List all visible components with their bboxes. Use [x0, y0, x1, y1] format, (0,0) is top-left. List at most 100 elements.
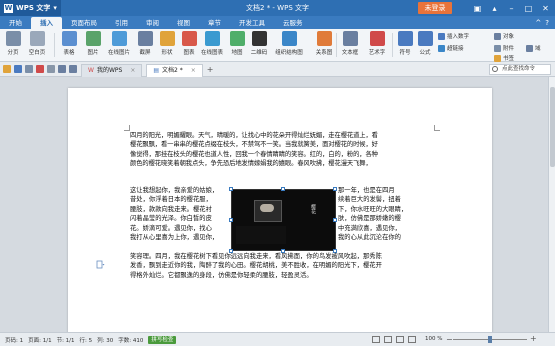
field-button[interactable]: 域	[526, 44, 541, 52]
inserted-picture[interactable]: 樱花	[231, 189, 336, 251]
paragraph-top[interactable]: 四月的阳光，明媚耀眼。天气，晴暖的，让找心中的花朵开得灿烂妩媚，走在樱花道上，看…	[130, 131, 430, 168]
shapes-button[interactable]: 形状	[156, 31, 178, 56]
picture-button[interactable]: 图片	[82, 31, 104, 56]
resize-handle[interactable]	[333, 187, 337, 191]
tab-developer[interactable]: 开发工具	[230, 17, 274, 29]
redo-icon[interactable]	[69, 65, 77, 73]
tab-insert[interactable]: 插入	[31, 17, 62, 29]
tab-references[interactable]: 引用	[106, 17, 137, 29]
text-line: 得格外灿烂。它都飘逸的身段，仿佛是你轻柔的腰肢，轻盈灵活。	[130, 271, 313, 279]
shapes-icon	[159, 31, 175, 46]
resize-handle[interactable]	[229, 218, 233, 222]
spell-check-badge[interactable]: 拼写检查	[148, 335, 177, 344]
page-break-button[interactable]: 分页	[2, 31, 24, 56]
bookmark-label: 书签	[503, 56, 515, 62]
tab-section[interactable]: 章节	[199, 17, 230, 29]
text-line: 笑容理。四月，我在樱花树下看见你远远向我走来，看风拂面，你的鸟发被风吹起，那秀陈	[130, 253, 382, 260]
scrollbar-thumb[interactable]	[550, 87, 555, 167]
zoom-slider-knob[interactable]	[488, 336, 492, 343]
tab-review[interactable]: 审阅	[137, 17, 168, 29]
outline-view-icon[interactable]	[384, 336, 392, 343]
tab-page-layout[interactable]: 页面布局	[62, 17, 106, 29]
document-workspace: 四月的阳光，明媚耀眼。天气，晴暖的，让找心中的花朵开得灿烂妩媚，走在樱花道上，看…	[0, 77, 548, 332]
wrapped-text-right[interactable]: 那一年，也是在四月 续着巨大的发髻，扭着 下，你水旺旺的大眼睛， 肤，仿佛是那娇…	[338, 186, 430, 242]
shapes-label: 形状	[161, 50, 173, 56]
online-picture-label: 在线图片	[108, 50, 131, 56]
wordart-button[interactable]: 艺术字	[366, 31, 388, 56]
app-menu-button[interactable]: W WPS 文字 ▾	[0, 0, 61, 16]
page-break-label: 分页	[7, 50, 19, 56]
close-tab-icon[interactable]: ×	[191, 64, 196, 77]
document-page[interactable]: 四月的阳光，明媚耀眼。天气，晴暖的，让找心中的花朵开得灿烂妩媚，走在樱花道上，看…	[68, 88, 492, 332]
resize-handle[interactable]	[229, 187, 233, 191]
qrcode-button[interactable]: 二维码	[248, 31, 270, 56]
insert-number-button[interactable]: 插入数字	[438, 32, 469, 40]
ribbon-divider	[54, 33, 55, 57]
skin-icon[interactable]: ▣	[472, 3, 483, 14]
tab-view[interactable]: 视图	[168, 17, 199, 29]
symbol-button[interactable]: 符号	[394, 31, 416, 56]
textbox-icon	[342, 31, 358, 46]
minimize-icon[interactable]: –	[506, 3, 517, 14]
resize-handle[interactable]	[333, 218, 337, 222]
status-section: 节: 1/1	[56, 337, 75, 344]
undo-icon[interactable]	[58, 65, 66, 73]
online-picture-button[interactable]: 在线图片	[108, 31, 130, 56]
screenshot-button[interactable]: 截屏	[134, 31, 156, 56]
new-tab-icon[interactable]: +	[207, 65, 214, 74]
print-preview-icon[interactable]	[47, 65, 55, 73]
text-line: 那一年，也是在四月	[338, 187, 395, 194]
tab-home[interactable]: 开始	[0, 17, 31, 29]
close-icon[interactable]: ✕	[540, 3, 551, 14]
formula-button[interactable]: 公式	[414, 31, 436, 56]
zoom-in-icon[interactable]: +	[530, 334, 537, 343]
org-chart-icon	[281, 31, 297, 46]
print-icon[interactable]	[25, 65, 33, 73]
object-label: 对象	[503, 34, 515, 40]
paragraph-layout-icon[interactable]	[96, 260, 105, 269]
table-button[interactable]: 表格	[58, 31, 80, 56]
blank-page-button[interactable]: 空白页	[26, 31, 48, 56]
formula-icon	[417, 31, 433, 46]
bookmark-button[interactable]: 书签	[494, 54, 514, 62]
collapse-ribbon-icon[interactable]: ^	[535, 19, 541, 27]
pdf-icon[interactable]	[36, 65, 44, 73]
status-word-count[interactable]: 字数: 410	[118, 336, 143, 344]
open-icon[interactable]	[3, 65, 11, 73]
settings-icon[interactable]: ▴	[489, 3, 500, 14]
vertical-scrollbar[interactable]	[548, 77, 555, 332]
save-icon[interactable]	[14, 65, 22, 73]
org-chart-label: 组织结构图	[275, 50, 303, 56]
zoom-out-icon[interactable]: −	[446, 335, 453, 344]
hyperlink-button[interactable]: 超链接	[438, 44, 464, 52]
text-line: 这让我想起你，我亲爱的姑娘，	[130, 187, 219, 194]
paragraph-bottom[interactable]: 笑容理。四月，我在樱花树下看见你远远向我走来，看风拂面，你的鸟发被风吹起，那秀陈…	[130, 252, 430, 280]
login-button[interactable]: 未登录	[418, 2, 452, 14]
tab-document[interactable]: ▤ 文档2 * ×	[146, 63, 203, 77]
page-view-icon[interactable]	[372, 336, 380, 343]
close-tab-icon[interactable]: ×	[130, 64, 135, 77]
web-view-icon[interactable]	[396, 336, 404, 343]
tab-my-wps[interactable]: W 我的WPS ×	[81, 63, 143, 77]
org-chart-button[interactable]: 组织结构图	[275, 31, 303, 56]
online-chart-button[interactable]: 在线图表	[201, 31, 223, 56]
map-button[interactable]: 地图	[226, 31, 248, 56]
command-search-box[interactable]: 点此查找命令	[489, 64, 551, 75]
object-button[interactable]: 对象	[494, 32, 514, 40]
wrapped-text-left[interactable]: 这让我想起你，我亲爱的姑娘， 昔处，你浮着日本的樱花服， 腰肢，款款向我走来。樱…	[130, 186, 228, 242]
help-icon[interactable]: ?	[545, 19, 549, 27]
maximize-icon[interactable]: □	[523, 3, 534, 14]
map-icon	[229, 31, 245, 46]
tab-cloud[interactable]: 云服务	[274, 17, 312, 29]
text-line: 续着巨大的发髻，扭着	[338, 196, 401, 204]
zoom-slider[interactable]	[453, 336, 527, 343]
chart-button[interactable]: 图表	[178, 31, 200, 56]
textbox-button[interactable]: 文本框	[339, 31, 361, 56]
picture-shadow	[236, 226, 286, 244]
relation-chart-button[interactable]: 关系图	[313, 31, 335, 56]
resize-handle[interactable]	[281, 187, 285, 191]
wps-logo-icon: W	[4, 3, 13, 13]
document-icon: ▤	[153, 67, 160, 74]
reading-view-icon[interactable]	[408, 336, 416, 343]
attachment-button[interactable]: 附件	[494, 44, 514, 52]
